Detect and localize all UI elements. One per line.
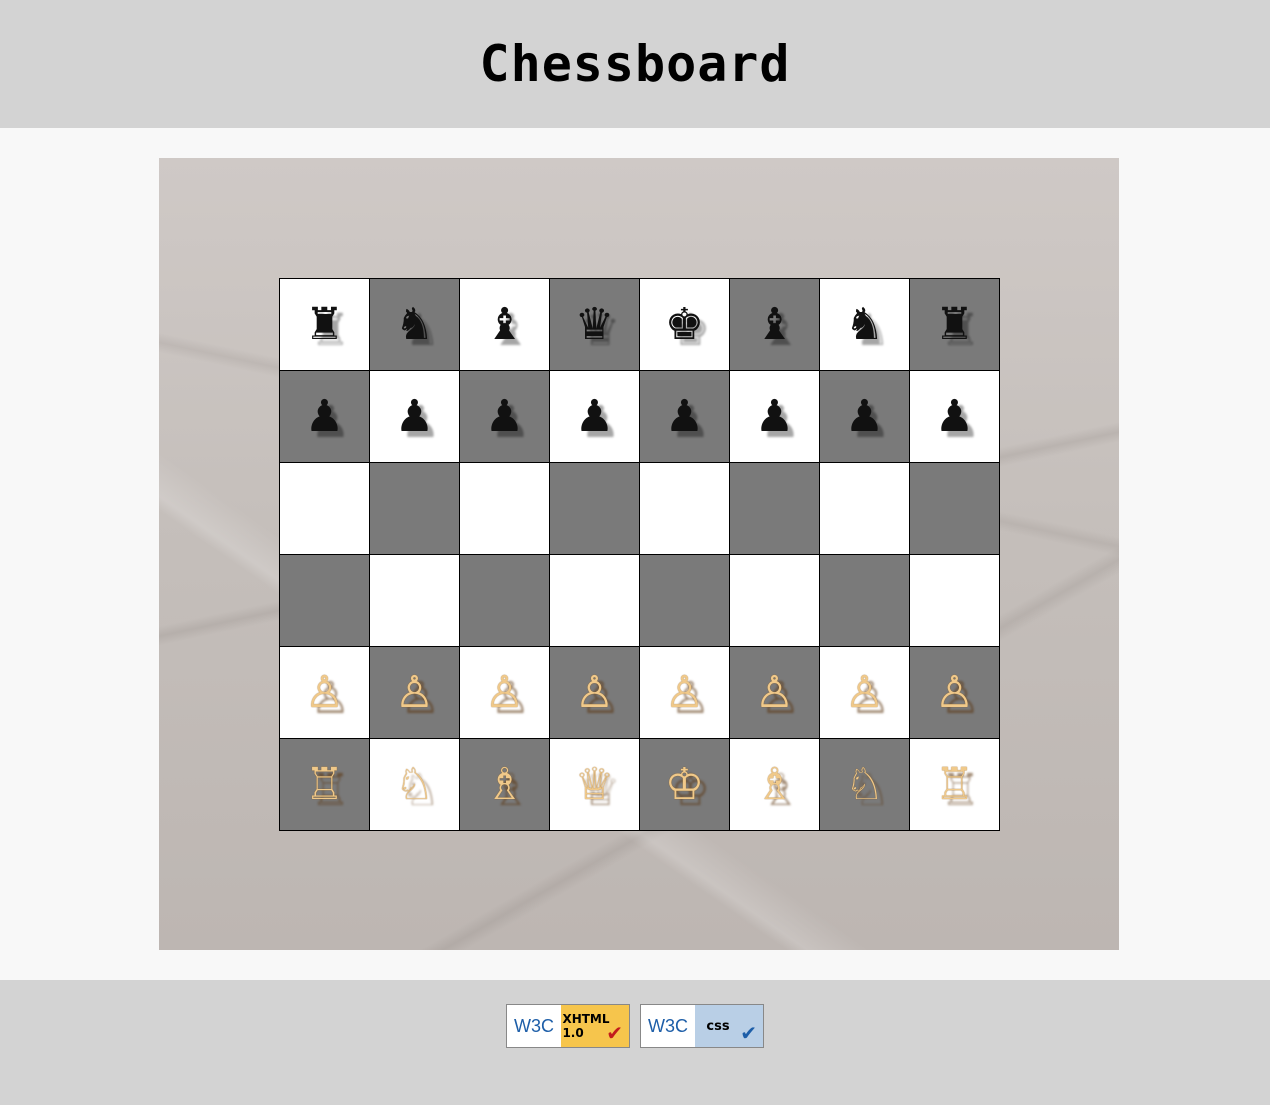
square-f4[interactable] [730,463,820,555]
square-a4[interactable] [280,463,370,555]
white-piece-icon[interactable]: ♘ [395,762,434,807]
white-piece-icon[interactable]: ♕ [575,762,614,807]
xhtml-label: XHTML 1.0 ✔ [561,1005,629,1047]
square-h1[interactable]: ♖ [910,739,1000,831]
black-piece-icon[interactable]: ♟ [305,394,344,439]
white-piece-icon[interactable]: ♗ [755,762,794,807]
square-e5[interactable]: ♟ [640,371,730,463]
square-e6[interactable]: ♚ [640,279,730,371]
black-piece-icon[interactable]: ♟ [575,394,614,439]
square-h3[interactable] [910,555,1000,647]
square-b6[interactable]: ♞ [370,279,460,371]
square-g3[interactable] [820,555,910,647]
square-f6[interactable]: ♝ [730,279,820,371]
white-piece-icon[interactable]: ♙ [485,670,524,715]
black-piece-icon[interactable]: ♞ [845,302,884,347]
white-piece-icon[interactable]: ♙ [755,670,794,715]
square-d2[interactable]: ♙ [550,647,640,739]
page-footer: W3C XHTML 1.0 ✔ W3C css ✔ [0,980,1270,1105]
square-a6[interactable]: ♜ [280,279,370,371]
white-piece-icon[interactable]: ♙ [305,670,344,715]
square-e1[interactable]: ♔ [640,739,730,831]
square-b4[interactable] [370,463,460,555]
square-g6[interactable]: ♞ [820,279,910,371]
valid-xhtml-badge[interactable]: W3C XHTML 1.0 ✔ [506,1004,630,1048]
marble-background: ♜ ♞ ♝ ♛ ♚ ♝ ♞ ♜ ♟ ♟ ♟ ♟ ♟ ♟ ♟ ♟ ♙ ♙ ♙ ♙ ♙ ♙ ♙ ♙ ♖ ♘ ♗ ♕ ♔ ♗ ♘ ♖ [159,158,1119,950]
black-piece-icon[interactable]: ♚ [665,302,704,347]
check-icon: ✔ [740,1021,757,1045]
xhtml-label-line2: 1.0 [562,1026,584,1040]
white-piece-icon[interactable]: ♔ [665,762,704,807]
white-piece-icon[interactable]: ♖ [305,762,344,807]
square-c3[interactable] [460,555,550,647]
square-b3[interactable] [370,555,460,647]
page-header: Chessboard [0,0,1270,128]
square-e4[interactable] [640,463,730,555]
page-title: Chessboard [479,35,791,93]
xhtml-label-line1: XHTML [562,1012,610,1026]
css-label: css ✔ [695,1005,763,1047]
square-c2[interactable]: ♙ [460,647,550,739]
chessboard: ♜ ♞ ♝ ♛ ♚ ♝ ♞ ♜ ♟ ♟ ♟ ♟ ♟ ♟ ♟ ♟ ♙ ♙ ♙ ♙ ♙ ♙ ♙ ♙ ♖ ♘ ♗ ♕ ♔ ♗ ♘ ♖ [279,278,1000,831]
square-d5[interactable]: ♟ [550,371,640,463]
square-h2[interactable]: ♙ [910,647,1000,739]
square-g5[interactable]: ♟ [820,371,910,463]
black-piece-icon[interactable]: ♛ [575,302,614,347]
white-piece-icon[interactable]: ♙ [395,670,434,715]
black-piece-icon[interactable]: ♜ [935,302,974,347]
square-d3[interactable] [550,555,640,647]
black-piece-icon[interactable]: ♟ [935,394,974,439]
square-h4[interactable] [910,463,1000,555]
square-g4[interactable] [820,463,910,555]
black-piece-icon[interactable]: ♝ [485,302,524,347]
square-a1[interactable]: ♖ [280,739,370,831]
square-a2[interactable]: ♙ [280,647,370,739]
square-d4[interactable] [550,463,640,555]
square-d6[interactable]: ♛ [550,279,640,371]
square-b5[interactable]: ♟ [370,371,460,463]
square-e3[interactable] [640,555,730,647]
black-piece-icon[interactable]: ♞ [395,302,434,347]
square-h5[interactable]: ♟ [910,371,1000,463]
square-f2[interactable]: ♙ [730,647,820,739]
w3c-logo: W3C [641,1005,695,1047]
black-piece-icon[interactable]: ♟ [755,394,794,439]
black-piece-icon[interactable]: ♟ [395,394,434,439]
square-f3[interactable] [730,555,820,647]
white-piece-icon[interactable]: ♘ [845,762,884,807]
validator-badges: W3C XHTML 1.0 ✔ W3C css ✔ [506,1004,764,1048]
black-piece-icon[interactable]: ♟ [485,394,524,439]
square-b1[interactable]: ♘ [370,739,460,831]
square-h6[interactable]: ♜ [910,279,1000,371]
black-piece-icon[interactable]: ♝ [755,302,794,347]
css-label-text: css [706,1018,730,1034]
square-a5[interactable]: ♟ [280,371,370,463]
black-piece-icon[interactable]: ♟ [845,394,884,439]
square-c4[interactable] [460,463,550,555]
square-f5[interactable]: ♟ [730,371,820,463]
white-piece-icon[interactable]: ♙ [575,670,614,715]
square-g1[interactable]: ♘ [820,739,910,831]
square-e2[interactable]: ♙ [640,647,730,739]
square-c5[interactable]: ♟ [460,371,550,463]
white-piece-icon[interactable]: ♖ [935,762,974,807]
square-a3[interactable] [280,555,370,647]
check-icon: ✔ [606,1021,623,1045]
white-piece-icon[interactable]: ♙ [665,670,704,715]
w3c-logo: W3C [507,1005,561,1047]
white-piece-icon[interactable]: ♙ [935,670,974,715]
square-f1[interactable]: ♗ [730,739,820,831]
white-piece-icon[interactable]: ♙ [845,670,884,715]
square-c6[interactable]: ♝ [460,279,550,371]
black-piece-icon[interactable]: ♜ [305,302,344,347]
valid-css-badge[interactable]: W3C css ✔ [640,1004,764,1048]
square-g2[interactable]: ♙ [820,647,910,739]
black-piece-icon[interactable]: ♟ [665,394,704,439]
square-b2[interactable]: ♙ [370,647,460,739]
white-piece-icon[interactable]: ♗ [485,762,524,807]
square-c1[interactable]: ♗ [460,739,550,831]
square-d1[interactable]: ♕ [550,739,640,831]
